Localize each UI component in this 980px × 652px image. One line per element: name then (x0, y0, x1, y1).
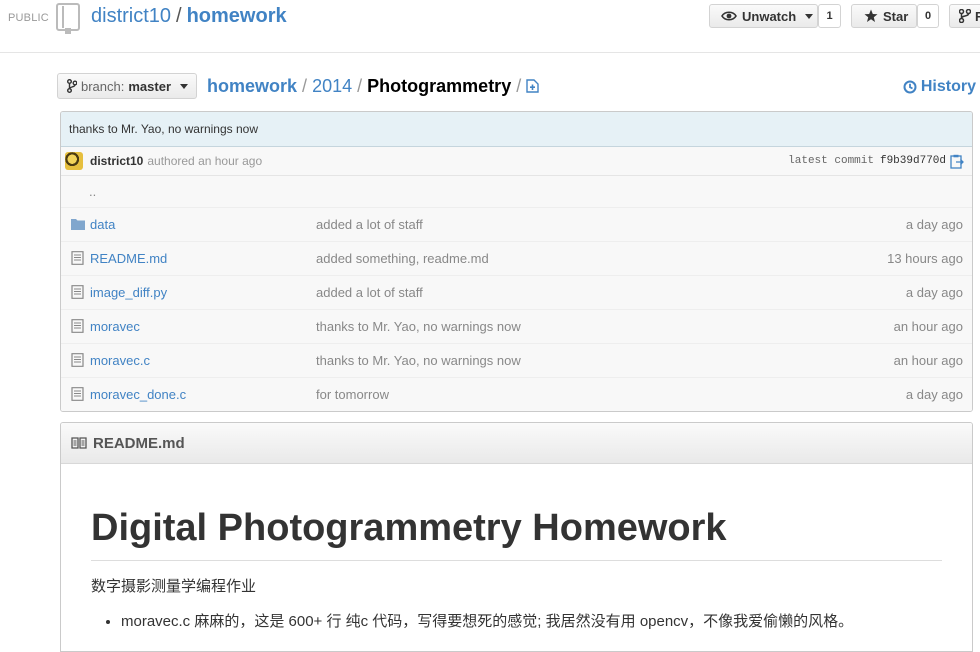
file-name-link[interactable]: moravec (90, 319, 140, 334)
fork-button[interactable]: F (949, 4, 980, 28)
commit-time: authored an hour ago (147, 154, 263, 168)
file-name-link[interactable]: README.md (90, 251, 167, 266)
readme-filename: README.md (93, 434, 185, 452)
latest-commit-label: latest commit (788, 155, 874, 167)
repo-title: district10/homework (91, 5, 287, 28)
chevron-down-icon (805, 13, 814, 19)
chevron-down-icon (180, 83, 189, 89)
commit-author[interactable]: district10 (90, 154, 143, 168)
visibility-label: PUBLIC (8, 12, 49, 24)
star-button[interactable]: Star (851, 4, 917, 28)
file-browser: thanks to Mr. Yao, no warnings now distr… (60, 111, 973, 412)
unwatch-button[interactable]: Unwatch (709, 4, 818, 28)
file-age: a day ago (905, 285, 963, 300)
parent-dir-link[interactable]: .. (89, 184, 96, 199)
file-row: data added a lot of staff a day ago (61, 208, 972, 242)
file-icon (71, 285, 84, 299)
file-icon (71, 319, 84, 333)
file-row: moravec.c thanks to Mr. Yao, no warnings… (61, 344, 972, 378)
readme-list: moravec.c 麻麻的，这是 600+ 行 纯c 代码，写得要想死的感觉; … (91, 610, 942, 631)
history-label: History (920, 78, 976, 95)
parent-dir-row[interactable]: .. (61, 176, 972, 208)
branch-name: master (128, 78, 172, 94)
breadcrumb-sep: / (516, 76, 522, 96)
breadcrumb-repo[interactable]: homework (207, 76, 297, 96)
file-commit-message[interactable]: thanks to Mr. Yao, no warnings now (316, 353, 521, 368)
commit-sha[interactable]: f9b39d770d (880, 155, 946, 167)
file-icon (71, 353, 84, 367)
file-commit-message[interactable]: added a lot of staff (316, 217, 423, 232)
list-item: moravec.c 麻麻的，这是 600+ 行 纯c 代码，写得要想死的感觉; … (121, 610, 942, 631)
file-icon (71, 387, 84, 401)
file-icon (71, 251, 84, 265)
breadcrumb-sep: / (302, 76, 308, 96)
file-commit-message[interactable]: added a lot of staff (316, 285, 423, 300)
history-icon (903, 80, 917, 94)
branch-selector[interactable]: branch: master (57, 73, 197, 99)
file-name-link[interactable]: data (90, 217, 115, 232)
watchers-count[interactable]: 1 (818, 4, 841, 28)
avatar[interactable] (65, 152, 83, 170)
file-age: an hour ago (893, 353, 963, 368)
file-name-link[interactable]: image_diff.py (90, 285, 167, 300)
file-row: README.md added something, readme.md 13 … (61, 242, 972, 276)
repo-icon (56, 3, 80, 34)
fork-icon (959, 9, 971, 23)
clipboard-icon[interactable] (950, 154, 964, 169)
breadcrumb-sep: / (357, 76, 363, 96)
readme-header: README.md (61, 423, 972, 464)
latest-commit: latest commit f9b39d770d (788, 147, 964, 175)
file-row: moravec_done.c for tomorrow a day ago (61, 378, 972, 411)
breadcrumb: homework / 2014 / Photogrammetry / (207, 76, 539, 97)
branch-icon (67, 79, 77, 93)
file-age: an hour ago (893, 319, 963, 334)
file-age: 13 hours ago (887, 251, 963, 266)
stars-count[interactable]: 0 (917, 4, 939, 28)
book-icon (71, 437, 87, 449)
readme-subtitle: 数字摄影测量学编程作业 (91, 577, 257, 595)
readme-heading: Digital Photogrammetry Homework (91, 506, 942, 561)
repo-owner-link[interactable]: district10 (91, 5, 171, 27)
title-separator: / (176, 5, 182, 27)
commit-meta: district10 authored an hour ago latest c… (61, 147, 972, 176)
eye-icon (721, 11, 737, 21)
fork-label: F (975, 8, 980, 24)
file-commit-message[interactable]: added something, readme.md (316, 251, 489, 266)
folder-icon (71, 219, 85, 230)
branch-prefix: branch: (81, 78, 125, 94)
new-file-icon[interactable] (526, 79, 539, 93)
file-name-link[interactable]: moravec_done.c (90, 387, 186, 402)
file-row: moravec thanks to Mr. Yao, no warnings n… (61, 310, 972, 344)
readme-body: Digital Photogrammetry Homework 数字摄影测量学编… (61, 506, 972, 631)
repo-name-link[interactable]: homework (187, 5, 287, 27)
readme-panel: README.md Digital Photogrammetry Homewor… (60, 422, 973, 652)
breadcrumb-folder[interactable]: 2014 (312, 76, 352, 96)
star-icon (864, 9, 878, 22)
file-name-link[interactable]: moravec.c (90, 353, 150, 368)
latest-commit-message[interactable]: thanks to Mr. Yao, no warnings now (61, 112, 972, 147)
file-age: a day ago (905, 387, 963, 402)
history-link[interactable]: History (903, 78, 976, 96)
file-commit-message[interactable]: thanks to Mr. Yao, no warnings now (316, 319, 521, 334)
star-label: Star (883, 8, 909, 24)
file-commit-message[interactable]: for tomorrow (316, 387, 389, 402)
breadcrumb-current: Photogrammetry (367, 76, 512, 96)
unwatch-label: Unwatch (742, 8, 797, 24)
file-row: image_diff.py added a lot of staff a day… (61, 276, 972, 310)
repo-header: PUBLIC district10/homework Unwatch 1 Sta… (0, 0, 980, 53)
file-age: a day ago (905, 217, 963, 232)
